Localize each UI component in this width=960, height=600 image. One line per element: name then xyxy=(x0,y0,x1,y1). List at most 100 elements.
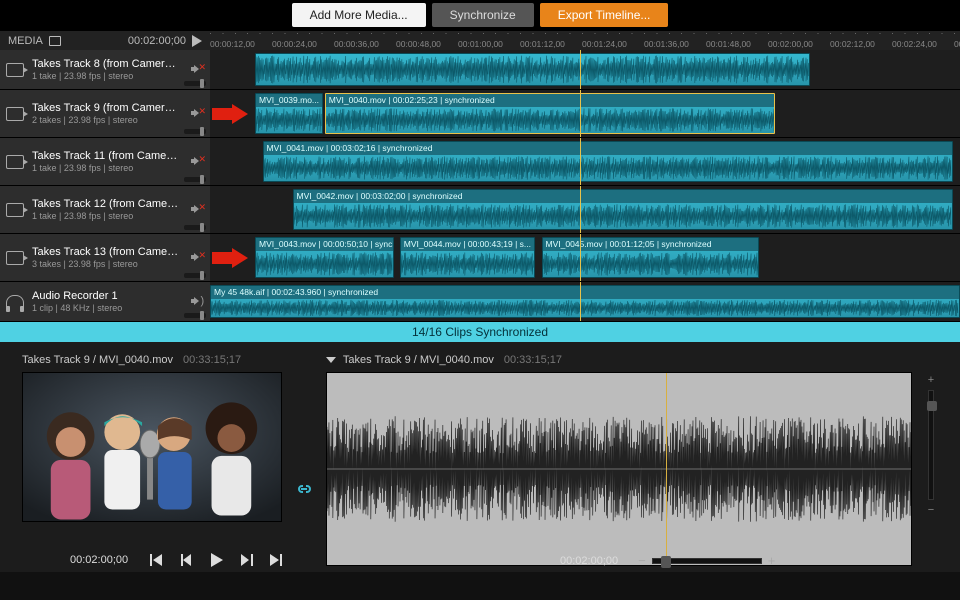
track-row: Takes Track 8 (from Camera 2)1 take | 23… xyxy=(0,50,960,90)
clip[interactable]: MVI_0040.mov | 00:02:25;23 | synchronize… xyxy=(325,93,775,134)
preview-area: Takes Track 9 / MVI_0040.mov00:33:15;17 xyxy=(0,342,960,572)
clip[interactable]: MVI_0041.mov | 00:03:02;16 | synchronize… xyxy=(263,141,953,182)
mute-button[interactable] xyxy=(188,108,204,120)
speaker-icon xyxy=(194,253,199,261)
track-name: Takes Track 11 (from Camera 2) xyxy=(32,150,180,163)
clip[interactable]: My 45 48k.aif | 00:02:43.960 | synchroni… xyxy=(210,285,960,318)
plus-icon[interactable]: + xyxy=(768,553,776,568)
ruler-tick: 00:01:24,00 xyxy=(582,39,644,49)
video-preview[interactable] xyxy=(22,372,282,522)
volume-slider[interactable] xyxy=(184,313,206,318)
horizontal-zoom[interactable]: − + xyxy=(638,553,775,568)
export-timeline-button[interactable]: Export Timeline... xyxy=(540,3,669,27)
speaker-icon xyxy=(194,65,199,73)
link-icon[interactable] xyxy=(294,420,314,501)
vertical-zoom-slider[interactable] xyxy=(928,390,934,500)
mute-button[interactable] xyxy=(188,252,204,264)
ruler-tick: 00:01:48,00 xyxy=(706,39,768,49)
track-header[interactable]: Audio Recorder 11 clip | 48 KHz | stereo xyxy=(0,282,210,321)
track-lane[interactable] xyxy=(210,50,960,89)
playhead[interactable] xyxy=(580,50,581,89)
step-back-icon[interactable] xyxy=(178,552,194,568)
track-row: Takes Track 11 (from Camera 2)1 take | 2… xyxy=(0,138,960,186)
volume-slider[interactable] xyxy=(184,129,206,134)
volume-slider[interactable] xyxy=(184,177,206,182)
track-header[interactable]: Takes Track 11 (from Camera 2)1 take | 2… xyxy=(0,138,210,185)
waveform-transport-time: 00:02:00;00 xyxy=(560,555,618,567)
playhead[interactable] xyxy=(580,282,581,321)
waveform-playhead[interactable] xyxy=(666,373,667,565)
track-header[interactable]: Takes Track 9 (from Camera 2)2 takes | 2… xyxy=(0,90,210,137)
track-meta: 3 takes | 23.98 fps | stereo xyxy=(32,259,180,270)
track-row: Takes Track 13 (from Camera 2)3 takes | … xyxy=(0,234,960,282)
track-row: Audio Recorder 11 clip | 48 KHz | stereo… xyxy=(0,282,960,322)
clip-waveform xyxy=(401,251,534,277)
track-lane[interactable]: MVI_0042.mov | 00:03:02;00 | synchronize… xyxy=(210,186,960,233)
mute-button[interactable] xyxy=(188,204,204,216)
horizontal-zoom-slider[interactable] xyxy=(652,558,762,564)
camera-icon xyxy=(6,107,24,121)
minus-icon[interactable]: − xyxy=(638,553,646,568)
step-forward-icon[interactable] xyxy=(238,552,254,568)
track-header[interactable]: Takes Track 12 (from Camera 2)1 take | 2… xyxy=(0,186,210,233)
mute-button[interactable] xyxy=(188,64,204,76)
video-transport: 00:02:00;00 xyxy=(70,552,284,568)
clip[interactable]: MVI_0043.mov | 00:00:50;10 | synchr... xyxy=(255,237,394,278)
play-icon[interactable] xyxy=(208,552,224,568)
clip[interactable]: MVI_0044.mov | 00:00:43;19 | s... xyxy=(400,237,535,278)
synchronize-button[interactable]: Synchronize xyxy=(432,3,534,27)
track-lane[interactable]: MVI_0041.mov | 00:03:02;16 | synchronize… xyxy=(210,138,960,185)
playhead[interactable] xyxy=(580,138,581,185)
ruler-tick: 00:01:36,00 xyxy=(644,39,706,49)
clip[interactable]: MVI_0042.mov | 00:03:02;00 | synchronize… xyxy=(293,189,953,230)
mute-button[interactable] xyxy=(188,296,204,308)
clip-label: MVI_0039.mo... xyxy=(256,94,322,107)
vertical-zoom[interactable]: + − xyxy=(924,354,938,566)
volume-slider[interactable] xyxy=(184,81,206,86)
clip-waveform xyxy=(264,155,952,181)
ruler-tick: 00:02:12,00 xyxy=(830,39,892,49)
clip-waveform xyxy=(294,203,952,229)
track-header[interactable]: Takes Track 13 (from Camera 2)3 takes | … xyxy=(0,234,210,281)
time-ruler[interactable]: 00:00:12,0000:00:24,0000:00:36,0000:00:4… xyxy=(210,31,960,50)
video-preview-title: Takes Track 9 / MVI_0040.mov00:33:15;17 xyxy=(22,354,282,366)
volume-slider[interactable] xyxy=(184,225,206,230)
clip-label: MVI_0045.mov | 00:01:12;05 | synchronize… xyxy=(543,238,759,251)
skip-start-icon[interactable] xyxy=(148,552,164,568)
track-name: Takes Track 12 (from Camera 2) xyxy=(32,198,180,211)
playhead[interactable] xyxy=(580,186,581,233)
volume-slider[interactable] xyxy=(184,273,206,278)
track-lane[interactable]: My 45 48k.aif | 00:02:43.960 | synchroni… xyxy=(210,282,960,321)
clip[interactable] xyxy=(255,53,810,86)
clip-label: MVI_0041.mov | 00:03:02;16 | synchronize… xyxy=(264,142,952,155)
video-preview-column: Takes Track 9 / MVI_0040.mov00:33:15;17 xyxy=(22,354,282,566)
mute-button[interactable] xyxy=(188,156,204,168)
sync-status-bar: 14/16 Clips Synchronized xyxy=(0,322,960,342)
minus-icon[interactable]: − xyxy=(928,504,934,516)
clip-waveform xyxy=(211,299,959,317)
playhead[interactable] xyxy=(580,90,581,137)
monitor-icon[interactable] xyxy=(49,36,61,46)
plus-icon[interactable]: + xyxy=(928,374,934,386)
track-name: Takes Track 9 (from Camera 2) xyxy=(32,102,180,115)
playhead[interactable] xyxy=(580,234,581,281)
waveform-transport: 00:02:00;00 − + xyxy=(560,553,775,568)
clip[interactable]: MVI_0039.mo... xyxy=(255,93,323,134)
track-lane[interactable]: MVI_0039.mo...MVI_0040.mov | 00:02:25;23… xyxy=(210,90,960,137)
track-lane[interactable]: MVI_0043.mov | 00:00:50;10 | synchr... MV… xyxy=(210,234,960,281)
add-media-button[interactable]: Add More Media... xyxy=(292,3,426,27)
ruler-tick: 00:02:24,00 xyxy=(892,39,954,49)
waveform-preview[interactable] xyxy=(326,372,912,566)
track-header[interactable]: Takes Track 8 (from Camera 2)1 take | 23… xyxy=(0,50,210,89)
ruler-tick: 00:00:24,00 xyxy=(272,39,334,49)
track-row: Takes Track 12 (from Camera 2)1 take | 2… xyxy=(0,186,960,234)
skip-end-icon[interactable] xyxy=(268,552,284,568)
offset-arrow-icon xyxy=(210,248,248,268)
clip-label: MVI_0044.mov | 00:00:43;19 | s... xyxy=(401,238,534,251)
clip[interactable]: MVI_0045.mov | 00:01:12;05 | synchronize… xyxy=(542,237,760,278)
play-icon[interactable] xyxy=(192,35,202,47)
clip-waveform xyxy=(256,107,322,133)
camera-icon xyxy=(6,63,24,77)
chevron-down-icon[interactable] xyxy=(326,357,336,363)
media-label: MEDIA xyxy=(8,35,43,47)
